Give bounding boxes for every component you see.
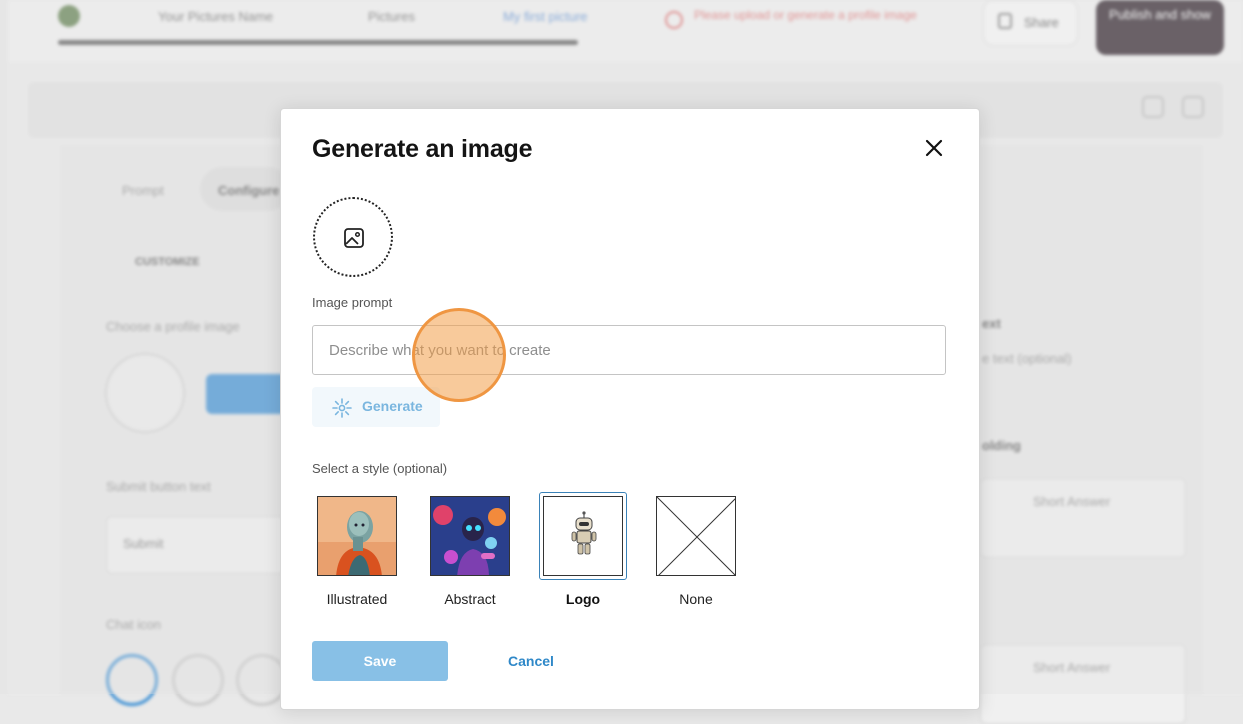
style-name: Abstract xyxy=(444,591,496,607)
style-option-none[interactable]: None xyxy=(641,491,751,611)
style-label: Select a style (optional) xyxy=(312,461,448,476)
image-icon xyxy=(344,228,364,248)
sparkle-icon xyxy=(332,398,352,418)
close-button[interactable] xyxy=(921,135,947,161)
generate-label: Generate xyxy=(362,398,423,414)
dialog-title: Generate an image xyxy=(312,135,533,163)
image-prompt-input[interactable] xyxy=(312,325,946,375)
logo-thumbnail xyxy=(543,496,623,576)
image-preview-placeholder xyxy=(313,197,393,277)
style-name: None xyxy=(679,591,713,607)
style-option-abstract[interactable]: Abstract xyxy=(415,491,525,611)
generate-image-dialog: Generate an image Image prompt Generate … xyxy=(280,108,980,710)
abstract-thumbnail xyxy=(430,496,510,576)
illustrated-thumbnail xyxy=(317,496,397,576)
generate-button[interactable]: Generate xyxy=(312,387,440,427)
close-icon xyxy=(925,139,943,157)
save-button[interactable]: Save xyxy=(312,641,448,681)
style-name: Logo xyxy=(565,591,601,607)
image-prompt-label: Image prompt xyxy=(312,295,393,310)
style-name: Illustrated xyxy=(326,591,388,607)
none-thumbnail xyxy=(656,496,736,576)
style-option-logo[interactable]: Logo xyxy=(528,491,638,611)
cancel-button[interactable]: Cancel xyxy=(471,641,591,681)
style-option-illustrated[interactable]: Illustrated xyxy=(302,491,412,611)
